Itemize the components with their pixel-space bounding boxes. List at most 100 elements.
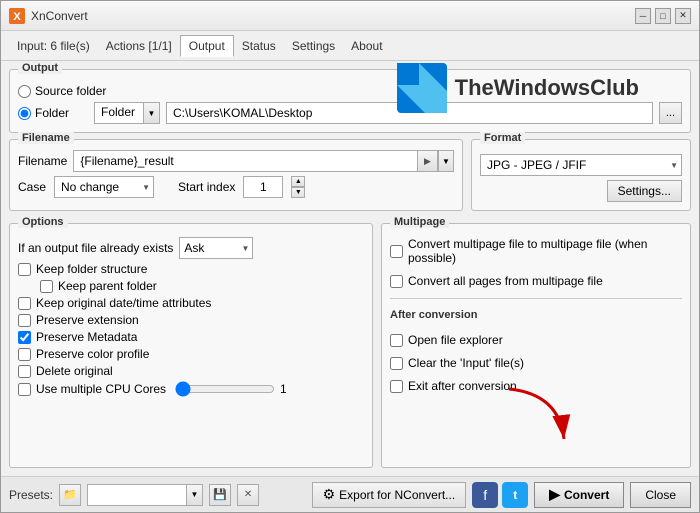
tab-input[interactable]: Input: 6 file(s) (9, 36, 98, 56)
twitter-button[interactable]: t (502, 482, 528, 508)
cpu-slider-value: 1 (280, 382, 287, 396)
case-select-wrapper[interactable]: No change Lowercase Uppercase (54, 176, 154, 198)
filename-format-row: Filename Filename ▶ ▼ Case No change Low… (9, 139, 691, 217)
filename-input[interactable] (73, 150, 418, 172)
maximize-button[interactable]: □ (655, 8, 671, 24)
folder-type-arrow[interactable]: ▼ (144, 102, 160, 124)
format-group-label: Format (480, 132, 525, 144)
minimize-button[interactable]: ─ (635, 8, 651, 24)
tab-about[interactable]: About (343, 36, 390, 56)
delete-original-row: Delete original (18, 364, 364, 378)
options-group-label: Options (18, 216, 68, 228)
delete-original-checkbox[interactable] (18, 365, 31, 378)
exit-after-label[interactable]: Exit after conversion (408, 379, 517, 393)
keep-parent-row: Keep parent folder (40, 279, 364, 293)
export-button[interactable]: ⚙ Export for NConvert... (312, 482, 467, 508)
preserve-metadata-row: Preserve Metadata (18, 330, 364, 344)
convert-label: Convert (564, 488, 609, 502)
footer: Presets: 📁 ▼ 💾 ✕ ⚙ Export for NConvert..… (1, 476, 699, 512)
tab-bar: Input: 6 file(s) Actions [1/1] Output St… (1, 31, 699, 61)
title-bar-left: X XnConvert (9, 8, 88, 24)
presets-folder-button[interactable]: 📁 (59, 484, 81, 506)
preserve-metadata-checkbox[interactable] (18, 331, 31, 344)
browse-button[interactable]: ... (659, 102, 682, 124)
source-folder-radio[interactable] (18, 85, 31, 98)
clear-input-label[interactable]: Clear the 'Input' file(s) (408, 356, 524, 370)
convert-all-pages-row: Convert all pages from multipage file (390, 274, 682, 288)
folder-label: Folder (35, 106, 69, 120)
clear-input-checkbox[interactable] (390, 357, 403, 370)
folder-radio-label[interactable]: Folder (18, 106, 88, 120)
source-folder-label: Source folder (35, 84, 106, 98)
keep-datetime-checkbox[interactable] (18, 297, 31, 310)
format-select[interactable]: JPG - JPEG / JFIF PNG - Portable Network… (480, 154, 682, 176)
multipage-group-label: Multipage (390, 216, 449, 228)
export-label: Export for NConvert... (339, 488, 455, 502)
convert-multipage-label[interactable]: Convert multipage file to multipage file… (408, 237, 682, 265)
options-group: Options If an output file already exists… (9, 223, 373, 468)
spin-up-button[interactable]: ▲ (291, 176, 305, 187)
folder-radio[interactable] (18, 107, 31, 120)
main-window: X XnConvert ─ □ ✕ Input: 6 file(s) Actio… (0, 0, 700, 513)
preserve-ext-checkbox[interactable] (18, 314, 31, 327)
section-divider (390, 298, 682, 299)
preserve-ext-row: Preserve extension (18, 313, 364, 327)
preserve-color-checkbox[interactable] (18, 348, 31, 361)
app-icon: X (9, 8, 25, 24)
preserve-metadata-label[interactable]: Preserve Metadata (36, 330, 137, 344)
spin-down-button[interactable]: ▼ (291, 187, 305, 198)
keep-parent-checkbox[interactable] (40, 280, 53, 293)
format-settings-button[interactable]: Settings... (607, 180, 682, 202)
tab-status[interactable]: Status (234, 36, 284, 56)
keep-datetime-label[interactable]: Keep original date/time attributes (36, 296, 211, 310)
title-bar: X XnConvert ─ □ ✕ (1, 1, 699, 31)
export-icon: ⚙ (323, 486, 336, 503)
close-footer-button[interactable]: Close (630, 482, 691, 508)
source-folder-radio-label[interactable]: Source folder (18, 84, 106, 98)
close-button[interactable]: ✕ (675, 8, 691, 24)
open-explorer-label[interactable]: Open file explorer (408, 333, 503, 347)
filename-row: Filename ▶ ▼ (18, 150, 454, 172)
convert-multipage-row: Convert multipage file to multipage file… (390, 237, 682, 265)
convert-button[interactable]: ▶ Convert (534, 482, 624, 508)
keep-folder-checkbox[interactable] (18, 263, 31, 276)
multi-cpu-checkbox[interactable] (18, 383, 31, 396)
if-exists-select[interactable]: Ask Skip Overwrite Rename (179, 237, 253, 259)
if-exists-label: If an output file already exists (18, 241, 173, 255)
folder-type-combo[interactable]: Folder ▼ (94, 102, 160, 124)
watermark-icon (397, 63, 447, 113)
filename-combo-arrow[interactable]: ▼ (438, 150, 454, 172)
keep-folder-label[interactable]: Keep folder structure (36, 262, 147, 276)
case-label: Case (18, 180, 46, 194)
convert-all-pages-label[interactable]: Convert all pages from multipage file (408, 274, 603, 288)
exit-after-row: Exit after conversion (390, 379, 682, 393)
convert-icon: ▶ (549, 486, 560, 503)
keep-parent-label[interactable]: Keep parent folder (58, 279, 157, 293)
presets-input[interactable] (87, 484, 187, 506)
presets-save-button[interactable]: 💾 (209, 484, 231, 506)
window-title: XnConvert (31, 9, 88, 23)
tab-settings[interactable]: Settings (284, 36, 343, 56)
presets-delete-button[interactable]: ✕ (237, 484, 259, 506)
facebook-button[interactable]: f (472, 482, 498, 508)
multi-cpu-label[interactable]: Use multiple CPU Cores (36, 382, 166, 396)
filename-group-label: Filename (18, 132, 74, 144)
tab-output[interactable]: Output (180, 35, 234, 57)
cpu-slider[interactable] (175, 381, 275, 397)
tab-actions[interactable]: Actions [1/1] (98, 36, 180, 56)
start-index-input[interactable] (243, 176, 283, 198)
if-exists-select-wrapper[interactable]: Ask Skip Overwrite Rename (179, 237, 253, 259)
presets-arrow[interactable]: ▼ (187, 484, 203, 506)
start-index-spinner[interactable]: ▲ ▼ (291, 176, 305, 198)
convert-multipage-checkbox[interactable] (390, 245, 403, 258)
case-select[interactable]: No change Lowercase Uppercase (54, 176, 154, 198)
preserve-color-label[interactable]: Preserve color profile (36, 347, 149, 361)
open-explorer-checkbox[interactable] (390, 334, 403, 347)
convert-all-pages-checkbox[interactable] (390, 275, 403, 288)
format-select-wrapper[interactable]: JPG - JPEG / JFIF PNG - Portable Network… (480, 154, 682, 176)
exit-after-checkbox[interactable] (390, 380, 403, 393)
preserve-ext-label[interactable]: Preserve extension (36, 313, 139, 327)
filename-play-button[interactable]: ▶ (418, 150, 438, 172)
presets-combo[interactable]: ▼ (87, 484, 203, 506)
delete-original-label[interactable]: Delete original (36, 364, 113, 378)
